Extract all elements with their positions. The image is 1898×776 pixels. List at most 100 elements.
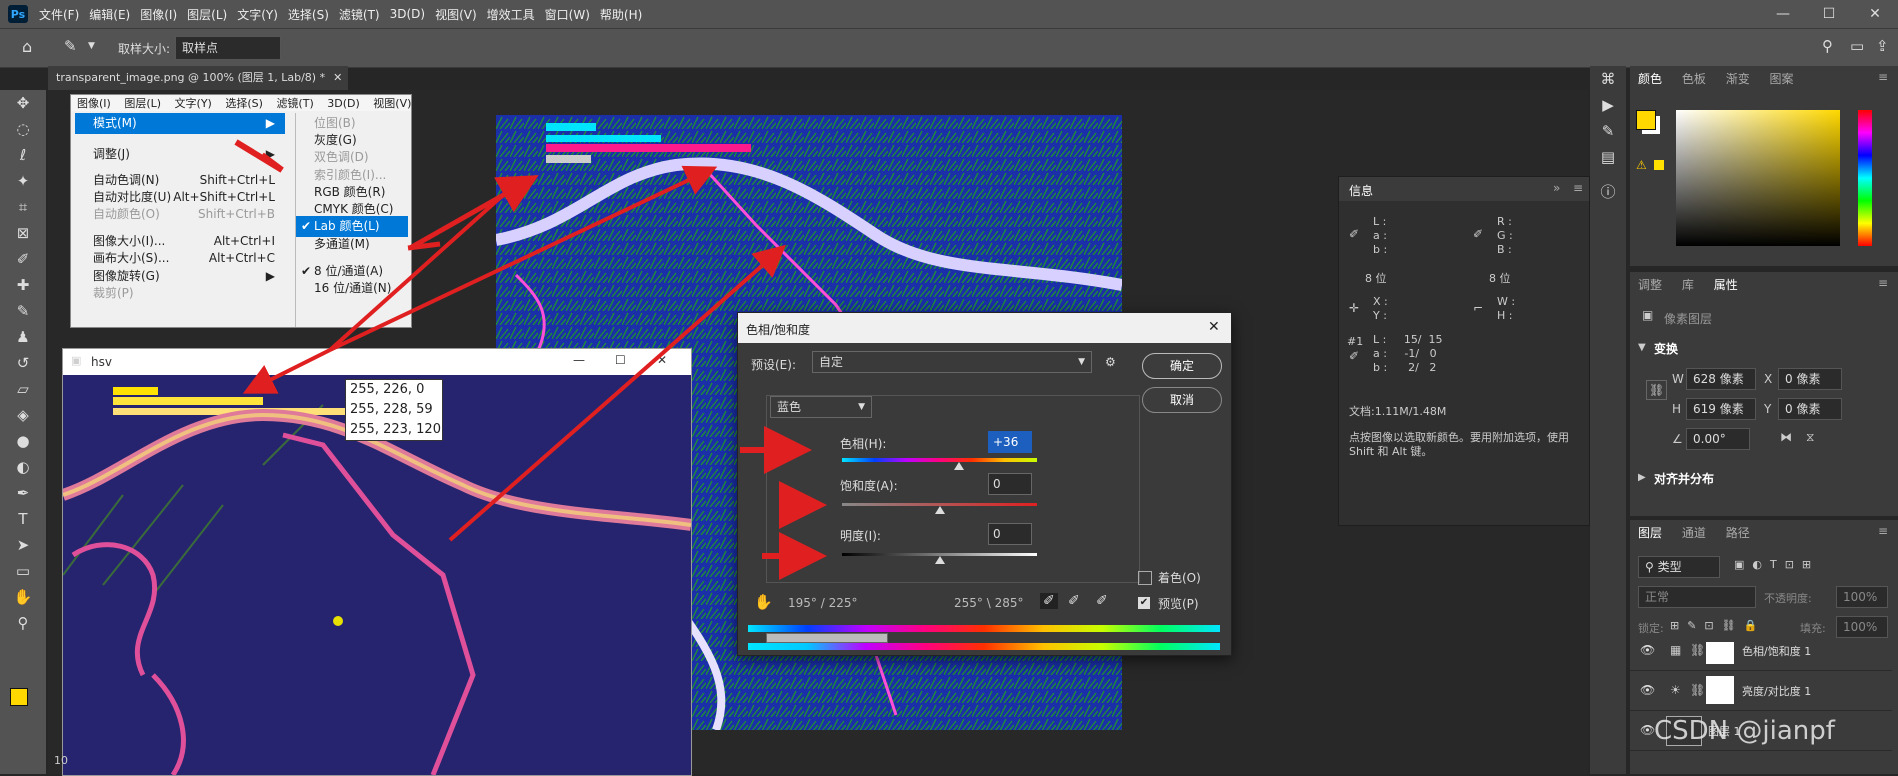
path-select-icon[interactable]: ➤ [0, 532, 46, 558]
inset-menu-image[interactable]: 图像(I) [77, 97, 111, 110]
healing-tool-icon[interactable]: ✚ [0, 272, 46, 298]
x-input[interactable]: 0 像素 [1778, 368, 1842, 390]
link-icon[interactable]: ⛓ [1646, 380, 1668, 400]
minimize-button[interactable]: — [1760, 0, 1806, 28]
collapse-icon[interactable]: » [1553, 181, 1560, 195]
menu-item-mode[interactable]: 模式(M) ▶ [75, 113, 285, 134]
preset-select[interactable]: 自定 ▼ [812, 351, 1092, 373]
eye-icon[interactable]: 👁 [1640, 683, 1655, 697]
eyedropper-icon[interactable]: ✐ [1040, 593, 1058, 609]
tab-properties[interactable]: 属性 [1706, 272, 1746, 298]
move-tool-icon[interactable]: ✥ [0, 90, 46, 116]
hue-strip[interactable] [1858, 110, 1872, 246]
maximize-icon[interactable]: ☐ [615, 353, 626, 367]
menu-plugins[interactable]: 增效工具 [482, 6, 540, 23]
comments-icon[interactable]: ▤ [1590, 144, 1626, 170]
marquee-tool-icon[interactable]: ◌ [0, 116, 46, 142]
hue-slider-thumb[interactable] [954, 462, 964, 470]
actions-play-icon[interactable]: ▶ [1590, 92, 1626, 118]
filter-icons[interactable]: ▣◐T⊡⊞ [1734, 558, 1819, 571]
foreground-color-swatch[interactable] [10, 688, 28, 706]
chevron-right-icon[interactable]: ▶ [1638, 472, 1646, 483]
sample-size-select[interactable]: 取样点 [175, 36, 281, 60]
width-input[interactable]: 628 像素 [1686, 368, 1756, 390]
eyedropper-icon[interactable]: ✎ [64, 37, 77, 55]
colorize-checkbox[interactable] [1138, 571, 1152, 585]
blur-tool-icon[interactable]: ● [0, 428, 46, 454]
tab-color[interactable]: 颜色 [1630, 66, 1670, 92]
share-icon[interactable]: ⇪ [1876, 37, 1889, 55]
brush-settings-icon[interactable]: ✎ [1590, 118, 1626, 144]
channel-select[interactable]: 蓝色 ▼ [770, 396, 872, 418]
close-button[interactable]: ✕ [1852, 0, 1898, 28]
info-icon[interactable]: ⓘ [1590, 178, 1626, 204]
eye-icon[interactable]: 👁 [1640, 723, 1655, 737]
tab-paths[interactable]: 路径 [1718, 520, 1758, 546]
stamp-tool-icon[interactable]: ♟ [0, 324, 46, 350]
type-tool-icon[interactable]: T [0, 506, 46, 532]
eye-icon[interactable]: 👁 [1640, 643, 1655, 657]
minimize-icon[interactable]: — [573, 353, 585, 367]
submenu-multichannel[interactable]: 多通道(M) [296, 234, 408, 255]
angle-input[interactable]: 0.00° [1686, 428, 1750, 450]
pen-tool-icon[interactable]: ✒ [0, 480, 46, 506]
menu-help[interactable]: 帮助(H) [595, 6, 647, 23]
tab-patterns[interactable]: 图案 [1762, 66, 1802, 92]
menu-layer[interactable]: 图层(L) [182, 6, 232, 23]
layer-filter-select[interactable]: ⚲ 类型 [1638, 556, 1720, 578]
document-tab[interactable]: transparent_image.png @ 100% (图层 1, Lab/… [48, 66, 348, 90]
flip-vertical-icon[interactable]: ⧖ [1806, 430, 1814, 445]
menu-file[interactable]: 文件(F) [34, 6, 84, 23]
saturation-slider-thumb[interactable] [934, 506, 945, 514]
color-range-selector[interactable] [766, 633, 888, 643]
lasso-tool-icon[interactable]: ℓ [0, 142, 46, 168]
close-tab-icon[interactable]: ✕ [333, 71, 342, 84]
tab-libraries[interactable]: 库 [1674, 272, 1702, 298]
inset-menu-select[interactable]: 选择(S) [225, 97, 263, 110]
cancel-button[interactable]: 取消 [1142, 387, 1222, 413]
layer-row[interactable]: 👁 ▦ ⛓ 色相/饱和度 1 [1630, 642, 1892, 671]
inset-menu-view[interactable]: 视图(V) [373, 97, 411, 110]
magic-wand-icon[interactable]: ✦ [0, 168, 46, 194]
brush-tool-icon[interactable]: ✎ [0, 298, 46, 324]
crop-tool-icon[interactable]: ⌗ [0, 194, 46, 220]
hand-adjust-icon[interactable]: ✋ [754, 593, 773, 611]
shape-tool-icon[interactable]: ▭ [0, 558, 46, 584]
maximize-button[interactable]: ☐ [1806, 0, 1852, 28]
opacity-input[interactable]: 100% [1836, 586, 1888, 608]
inset-menu-3d[interactable]: 3D(D) [327, 97, 360, 110]
history-brush-icon[interactable]: ↺ [0, 350, 46, 376]
tab-swatches[interactable]: 色板 [1674, 66, 1714, 92]
inset-menu-layer[interactable]: 图层(L) [124, 97, 161, 110]
panel-menu-icon[interactable]: ≡ [1878, 70, 1888, 84]
hand-tool-icon[interactable]: ✋ [0, 584, 46, 610]
info-panel-title[interactable]: 信息 [1349, 182, 1373, 199]
height-input[interactable]: 619 像素 [1686, 398, 1756, 420]
menu-view[interactable]: 视图(V) [430, 6, 482, 23]
home-icon[interactable]: ⌂ [22, 37, 32, 56]
menu-edit[interactable]: 编辑(E) [84, 6, 135, 23]
preview-checkbox[interactable]: ✔ [1138, 597, 1150, 609]
menu-3d[interactable]: 3D(D) [385, 7, 430, 21]
close-icon[interactable]: ✕ [1208, 319, 1220, 335]
ok-button[interactable]: 确定 [1142, 353, 1222, 379]
panel-menu-icon[interactable]: ≡ [1878, 276, 1888, 290]
submenu-16bit[interactable]: 16 位/通道(N) [296, 278, 408, 299]
hue-slider-track[interactable] [842, 458, 1037, 462]
color-field[interactable] [1676, 110, 1840, 246]
fill-input[interactable]: 100% [1836, 616, 1888, 638]
gamut-swatch[interactable] [1654, 160, 1664, 170]
eyedropper-plus-icon[interactable]: ✐ [1068, 593, 1080, 609]
blend-mode-select[interactable]: 正常 [1638, 586, 1756, 608]
tab-adjustments[interactable]: 调整 [1630, 272, 1670, 298]
frame-tool-icon[interactable]: ⊠ [0, 220, 46, 246]
panel-menu-icon[interactable]: ≡ [1878, 524, 1888, 538]
y-input[interactable]: 0 像素 [1778, 398, 1842, 420]
history-icon[interactable]: ⌘ [1590, 66, 1626, 92]
close-icon[interactable]: ✕ [657, 353, 667, 367]
eyedropper-minus-icon[interactable]: ✐ [1096, 593, 1108, 609]
panel-menu-icon[interactable]: ≡ [1573, 181, 1583, 195]
menu-image[interactable]: 图像(I) [135, 6, 182, 23]
lightness-input[interactable]: 0 [988, 523, 1032, 545]
flip-horizontal-icon[interactable]: ⧓ [1780, 430, 1792, 444]
